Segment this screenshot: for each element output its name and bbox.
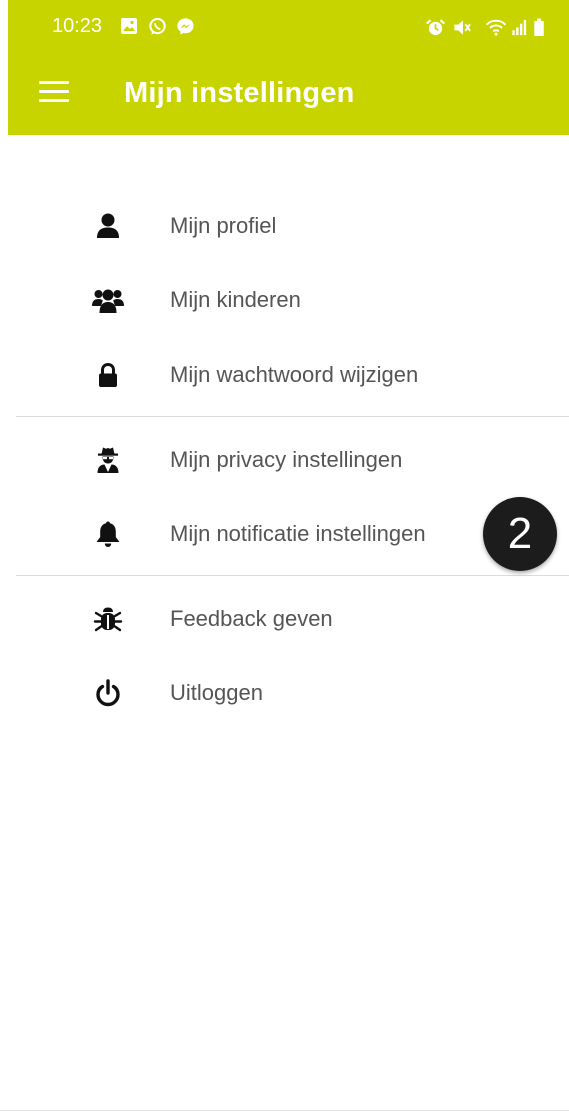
bug-icon [92,603,124,635]
menu-divider [16,575,569,576]
menu-item-label: Mijn notificatie instellingen [170,521,426,546]
status-bar: 10:23 [8,0,569,44]
battery-icon [533,18,545,42]
page-title: Mijn instellingen [124,77,355,109]
app-bar: 10:23 Mijn instellingen [8,0,569,135]
menu-item-privacy-settings[interactable]: Mijn privacy instellingen [16,430,569,490]
menu-item-label: Feedback geven [170,606,333,631]
menu-divider [16,416,569,417]
menu-item-feedback[interactable]: Feedback geven [16,589,569,649]
gallery-icon [120,17,138,40]
mute-icon [452,18,472,42]
menu-item-label: Mijn privacy instellingen [170,447,403,472]
user-icon [92,210,124,242]
hamburger-menu-icon[interactable] [36,77,72,107]
menu-item-label: Mijn profiel [170,213,277,238]
menu-item-logout[interactable]: Uitloggen [16,663,569,723]
alarm-icon [425,18,446,42]
menu-item-change-password[interactable]: Mijn wachtwoord wijzigen [16,345,569,405]
wifi-icon [484,18,508,42]
menu-item-children[interactable]: Mijn kinderen [16,270,569,330]
annotation-badge: 2 [483,497,557,571]
menu-item-profile[interactable]: Mijn profiel [16,196,569,256]
users-icon [92,284,124,316]
bottom-divider [0,1110,569,1111]
toolbar: Mijn instellingen [8,60,569,125]
whatsapp-icon [148,17,167,41]
menu-item-label: Mijn wachtwoord wijzigen [170,362,419,387]
lock-icon [92,359,124,391]
user-secret-icon [92,444,124,476]
bell-icon [92,518,124,550]
menu-item-label: Uitloggen [170,680,263,705]
power-icon [92,677,124,709]
menu-item-label: Mijn kinderen [170,287,301,312]
messenger-icon [176,17,195,41]
signal-icon [511,18,527,42]
status-time: 10:23 [52,15,103,37]
